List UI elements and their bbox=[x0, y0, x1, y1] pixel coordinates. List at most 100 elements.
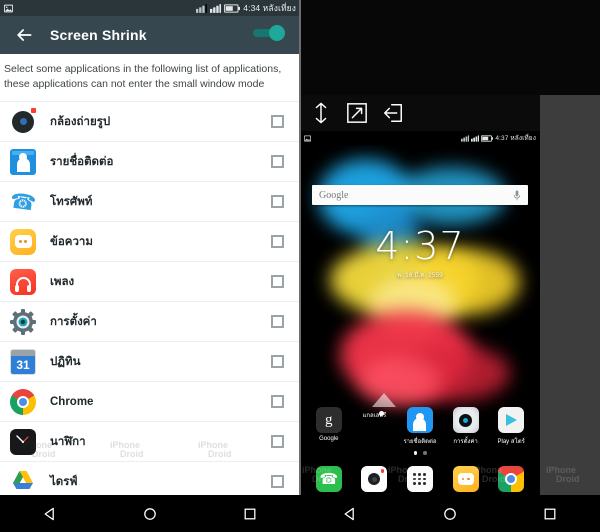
signal-icon bbox=[210, 3, 222, 13]
navigation-bar bbox=[0, 495, 300, 532]
window-top-backdrop bbox=[300, 0, 600, 95]
shrink-window-toolbar bbox=[300, 95, 540, 131]
home-circle-icon[interactable] bbox=[142, 506, 158, 522]
google-icon: g bbox=[315, 407, 342, 433]
signal-icon bbox=[471, 134, 480, 142]
description-text: Select some applications in the followin… bbox=[4, 63, 282, 91]
calendar-day-number: 31 bbox=[11, 355, 35, 374]
app-drawer-icon[interactable] bbox=[406, 466, 433, 492]
app-checkbox[interactable] bbox=[271, 395, 284, 409]
back-arrow-icon[interactable] bbox=[14, 25, 34, 45]
list-item[interactable]: กล้องถ่ายรูป bbox=[0, 102, 300, 143]
window-status-clock: 4:37 หลังเที่ยง bbox=[495, 135, 536, 142]
settings-icon bbox=[10, 308, 36, 335]
messages-icon bbox=[10, 228, 36, 255]
app-checkbox[interactable] bbox=[271, 275, 284, 289]
home-app-gallery[interactable]: แกลเลอรี bbox=[356, 393, 397, 446]
resize-vertical-icon[interactable] bbox=[310, 102, 332, 124]
screenshot-root: 4:34 หลังเที่ยง Screen Shrink Select som… bbox=[0, 0, 600, 532]
home-screen-app-row: g Google แกลเลอรี รายชื่อติดต่อ การตั้งค… bbox=[300, 393, 540, 446]
window-status-right: 4:37 หลังเที่ยง bbox=[461, 133, 536, 143]
list-item[interactable]: การตั้งค่า bbox=[0, 302, 300, 343]
status-bar-clock: 4:34 หลังเที่ยง bbox=[243, 3, 296, 13]
list-item[interactable]: Chrome bbox=[0, 382, 300, 423]
app-checkbox[interactable] bbox=[271, 355, 284, 369]
shrunken-window-pane: 4:37 หลังเที่ยง Google 4:37 พ. 16 มี.ค. … bbox=[300, 0, 600, 532]
phone-icon[interactable]: ☎ bbox=[315, 466, 342, 492]
settings-icon bbox=[452, 407, 479, 433]
home-app-contacts[interactable]: รายชื่อติดต่อ bbox=[402, 407, 438, 446]
battery-icon bbox=[224, 3, 241, 13]
messages-icon[interactable] bbox=[452, 466, 479, 492]
list-item[interactable]: นาฬิกา bbox=[0, 422, 300, 463]
application-list: กล้องถ่ายรูป รายชื่อติดต่อ ☎ โทรศัพท์ ข้… bbox=[0, 101, 300, 532]
music-icon bbox=[10, 268, 36, 295]
home-dock: ☎ bbox=[300, 463, 540, 495]
app-checkbox[interactable] bbox=[271, 315, 284, 329]
navigation-bar bbox=[300, 495, 600, 532]
app-checkbox[interactable] bbox=[271, 155, 284, 169]
app-checkbox[interactable] bbox=[271, 435, 284, 449]
battery-icon bbox=[481, 134, 494, 142]
app-checkbox[interactable] bbox=[271, 115, 284, 129]
image-icon bbox=[304, 134, 311, 142]
home-app-label: แกลเลอรี bbox=[362, 413, 387, 419]
app-name: นาฬิกา bbox=[50, 435, 86, 448]
app-name: โทรศัพท์ bbox=[50, 195, 93, 208]
home-app-label: Play สโตร์ bbox=[497, 439, 525, 445]
list-item[interactable]: ข้อความ bbox=[0, 222, 300, 263]
image-icon bbox=[4, 4, 13, 12]
back-triangle-icon[interactable] bbox=[342, 506, 358, 522]
camera-icon[interactable] bbox=[361, 466, 388, 492]
status-bar: 4:34 หลังเที่ยง bbox=[0, 0, 300, 16]
signal-icon bbox=[196, 3, 208, 13]
home-app-google[interactable]: g Google bbox=[311, 407, 347, 446]
expand-fullscreen-icon[interactable] bbox=[346, 102, 368, 124]
list-item[interactable]: รายชื่อติดต่อ bbox=[0, 142, 300, 183]
app-checkbox[interactable] bbox=[271, 235, 284, 249]
camera-icon bbox=[10, 107, 36, 135]
page-title: Screen Shrink bbox=[50, 27, 147, 43]
app-name: ไดรฟ์ bbox=[50, 475, 78, 488]
app-name: ข้อความ bbox=[50, 235, 93, 248]
recents-square-icon[interactable] bbox=[242, 506, 258, 522]
list-item[interactable]: 31 ปฏิทิน bbox=[0, 342, 300, 383]
home-app-label: รายชื่อติดต่อ bbox=[403, 439, 437, 445]
list-item[interactable]: ☎ โทรศัพท์ bbox=[0, 182, 300, 223]
screen-shrink-toggle[interactable] bbox=[252, 24, 286, 47]
clock-icon bbox=[10, 428, 36, 455]
google-search-bar[interactable]: Google bbox=[312, 185, 528, 205]
app-checkbox[interactable] bbox=[271, 475, 284, 489]
app-name: ปฏิทิน bbox=[50, 355, 81, 368]
clock-date: พ. 16 มี.ค. 2559 bbox=[397, 272, 443, 279]
status-bar-left-icons bbox=[4, 4, 13, 13]
status-bar-right: 4:34 หลังเที่ยง bbox=[196, 1, 296, 15]
clock-widget[interactable]: 4:37 พ. 16 มี.ค. 2559 bbox=[300, 227, 540, 280]
clock-time: 4:37 bbox=[375, 224, 465, 268]
app-checkbox[interactable] bbox=[271, 195, 284, 209]
phone-icon: ☎ bbox=[8, 188, 38, 216]
play-store-icon bbox=[498, 407, 525, 433]
watermark: iPhoneDroid bbox=[546, 465, 580, 485]
home-app-label: การตั้งค่า bbox=[453, 439, 478, 445]
small-window[interactable]: 4:37 หลังเที่ยง Google 4:37 พ. 16 มี.ค. … bbox=[300, 131, 540, 495]
pane-divider bbox=[299, 0, 301, 495]
home-app-play-store[interactable]: Play สโตร์ bbox=[493, 407, 529, 446]
app-name: รายชื่อติดต่อ bbox=[50, 155, 114, 168]
page-indicator[interactable] bbox=[300, 451, 540, 455]
home-app-label: Google bbox=[319, 436, 339, 442]
exit-window-icon[interactable] bbox=[382, 102, 404, 124]
calendar-icon: 31 bbox=[10, 348, 36, 375]
home-circle-icon[interactable] bbox=[442, 506, 458, 522]
back-triangle-icon[interactable] bbox=[42, 506, 58, 522]
chrome-icon bbox=[10, 388, 36, 415]
list-item[interactable]: เพลง bbox=[0, 262, 300, 303]
drive-icon bbox=[10, 469, 36, 495]
recents-square-icon[interactable] bbox=[542, 506, 558, 522]
app-name: Chrome bbox=[50, 395, 94, 408]
home-app-settings[interactable]: การตั้งค่า bbox=[448, 407, 484, 446]
contacts-icon bbox=[10, 148, 36, 175]
app-name: การตั้งค่า bbox=[50, 315, 97, 328]
microphone-icon[interactable] bbox=[513, 189, 521, 201]
chrome-icon[interactable] bbox=[498, 466, 525, 492]
